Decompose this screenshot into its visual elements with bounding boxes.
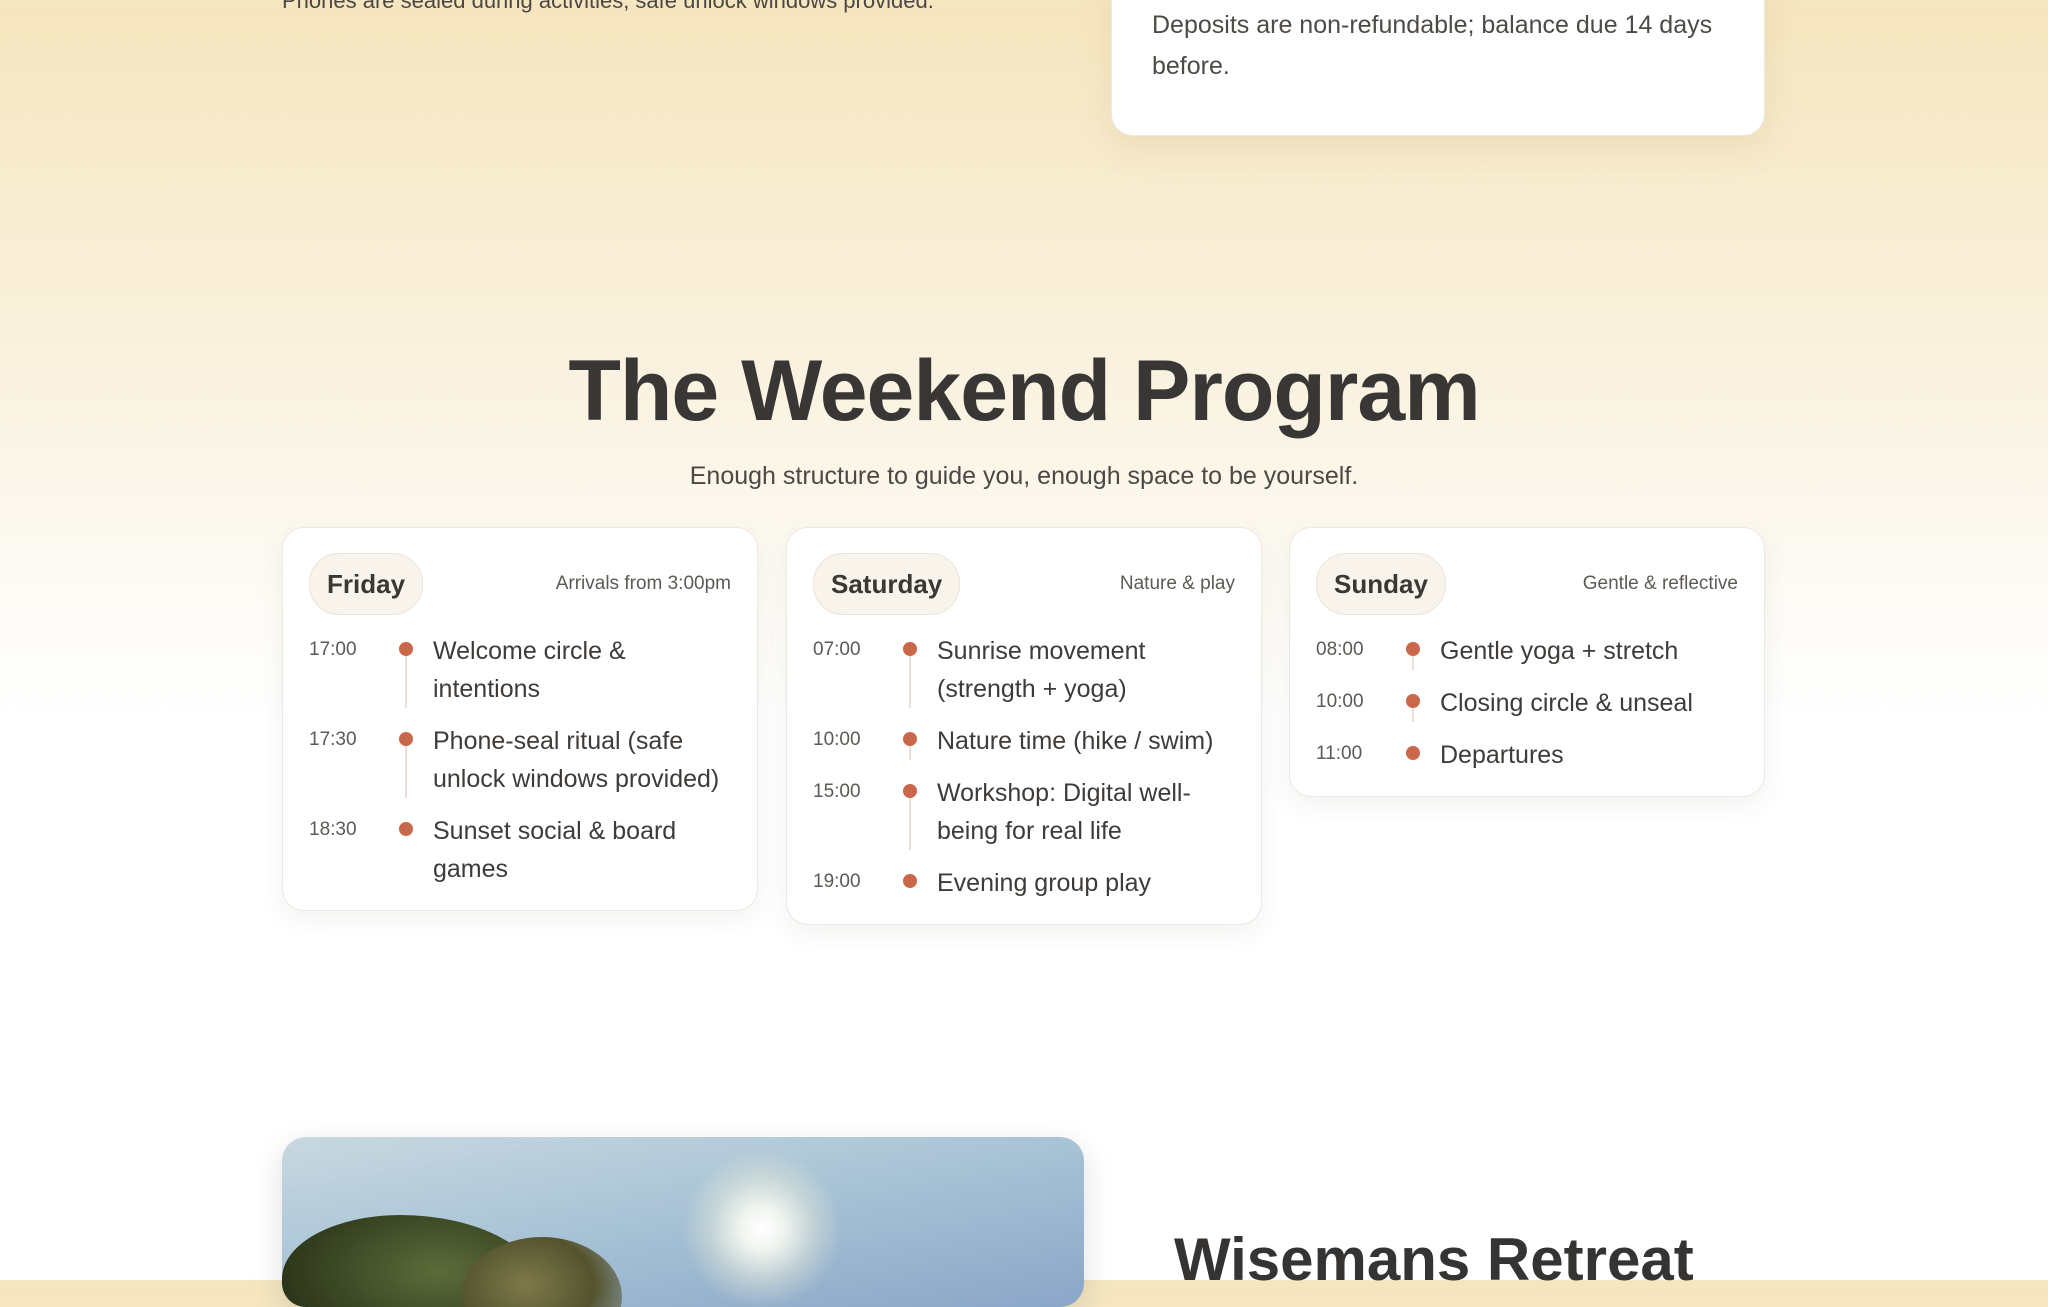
- timeline-line: [909, 656, 911, 708]
- schedule-item: 19:00 Evening group play: [813, 864, 1235, 902]
- timeline-dot-icon: [903, 784, 917, 798]
- schedule-item: 11:00 Departures: [1316, 736, 1738, 774]
- event-time: 18:30: [309, 819, 357, 840]
- day-pill: Sunday: [1316, 553, 1446, 615]
- event-time: 08:00: [1316, 639, 1364, 660]
- event-time: 10:00: [813, 729, 861, 750]
- event-title: Workshop: Digital well-being for real li…: [937, 779, 1191, 845]
- event-time: 11:00: [1316, 743, 1363, 764]
- event-title: Welcome circle & intentions: [433, 637, 626, 703]
- event-time: 19:00: [813, 871, 861, 892]
- event-title: Closing circle & unseal: [1440, 689, 1693, 717]
- timeline-dot-icon: [903, 642, 917, 656]
- policy-card: Deposits are non-refundable; balance due…: [1111, 0, 1765, 136]
- retreat-section-title: Wisemans Retreat: [1174, 1226, 1694, 1293]
- timeline-marker: [903, 632, 937, 708]
- timeline-marker: [1406, 632, 1440, 670]
- timeline-dot-icon: [399, 732, 413, 746]
- day-pill: Friday: [309, 553, 424, 615]
- schedule-item: 08:00 Gentle yoga + stretch: [1316, 632, 1738, 670]
- event-title: Departures: [1440, 741, 1564, 769]
- timeline-marker: [399, 722, 433, 798]
- day-note: Arrivals from 3:00pm: [555, 573, 731, 594]
- day-pill: Saturday: [813, 553, 961, 615]
- timeline-dot-icon: [399, 642, 413, 656]
- timeline-dot-icon: [1406, 642, 1420, 656]
- event-title: Sunset social & board games: [433, 817, 677, 883]
- event-title: Evening group play: [937, 869, 1152, 897]
- event-time: 15:00: [813, 781, 861, 802]
- timeline-dot-icon: [399, 822, 413, 836]
- schedule-item: 17:00 Welcome circle & intentions: [309, 632, 731, 708]
- event-time: 17:00: [309, 639, 357, 660]
- event-title: Gentle yoga + stretch: [1440, 637, 1679, 665]
- day-note: Gentle & reflective: [1582, 573, 1738, 594]
- section-subtitle: Enough structure to guide you, enough sp…: [689, 462, 1359, 490]
- schedule-item: 17:30 Phone-seal ritual (safe unlock win…: [309, 722, 731, 798]
- timeline-dot-icon: [903, 732, 917, 746]
- day-card-sunday: Sunday Gentle & reflective 08:00 Gentle …: [1289, 527, 1765, 797]
- timeline-dot-icon: [1406, 746, 1420, 760]
- schedule-item: 15:00 Workshop: Digital well-being for r…: [813, 774, 1235, 850]
- day-note: Nature & play: [1119, 573, 1235, 594]
- policy-text: Deposits are non-refundable; balance due…: [1152, 11, 1713, 80]
- timeline-marker: [903, 864, 937, 902]
- event-title: Nature time (hike / swim): [937, 727, 1214, 755]
- sun-flare: [682, 1149, 842, 1307]
- timeline-marker: [399, 632, 433, 708]
- previous-section-text: Phones are sealed during activities; saf…: [282, 0, 934, 13]
- timeline-marker: [1406, 736, 1440, 774]
- event-title: Sunrise movement (strength + yoga): [937, 637, 1146, 703]
- timeline-marker: [1406, 684, 1440, 722]
- timeline-marker: [903, 722, 937, 760]
- schedule-item: 10:00 Nature time (hike / swim): [813, 722, 1235, 760]
- event-time: 10:00: [1316, 691, 1364, 712]
- day-card-saturday: Saturday Nature & play 07:00 Sunrise mov…: [786, 527, 1262, 925]
- section-title: The Weekend Program: [568, 343, 1480, 439]
- timeline-marker: [399, 812, 433, 888]
- timeline-dot-icon: [903, 874, 917, 888]
- schedule-item: 18:30 Sunset social & board games: [309, 812, 731, 888]
- event-time: 17:30: [309, 729, 357, 750]
- timeline-line: [909, 798, 911, 850]
- timeline-line: [909, 746, 911, 760]
- day-card-friday: Friday Arrivals from 3:00pm 17:00 Welcom…: [282, 527, 758, 911]
- schedule-item: 10:00 Closing circle & unseal: [1316, 684, 1738, 722]
- timeline-line: [1412, 708, 1414, 722]
- timeline-line: [405, 746, 407, 798]
- schedule-item: 07:00 Sunrise movement (strength + yoga): [813, 632, 1235, 708]
- timeline-line: [405, 656, 407, 708]
- event-time: 07:00: [813, 639, 861, 660]
- timeline-line: [1412, 656, 1414, 670]
- event-title: Phone-seal ritual (safe unlock windows p…: [433, 727, 720, 793]
- retreat-photo: [282, 1137, 1084, 1307]
- timeline-dot-icon: [1406, 694, 1420, 708]
- timeline-marker: [903, 774, 937, 850]
